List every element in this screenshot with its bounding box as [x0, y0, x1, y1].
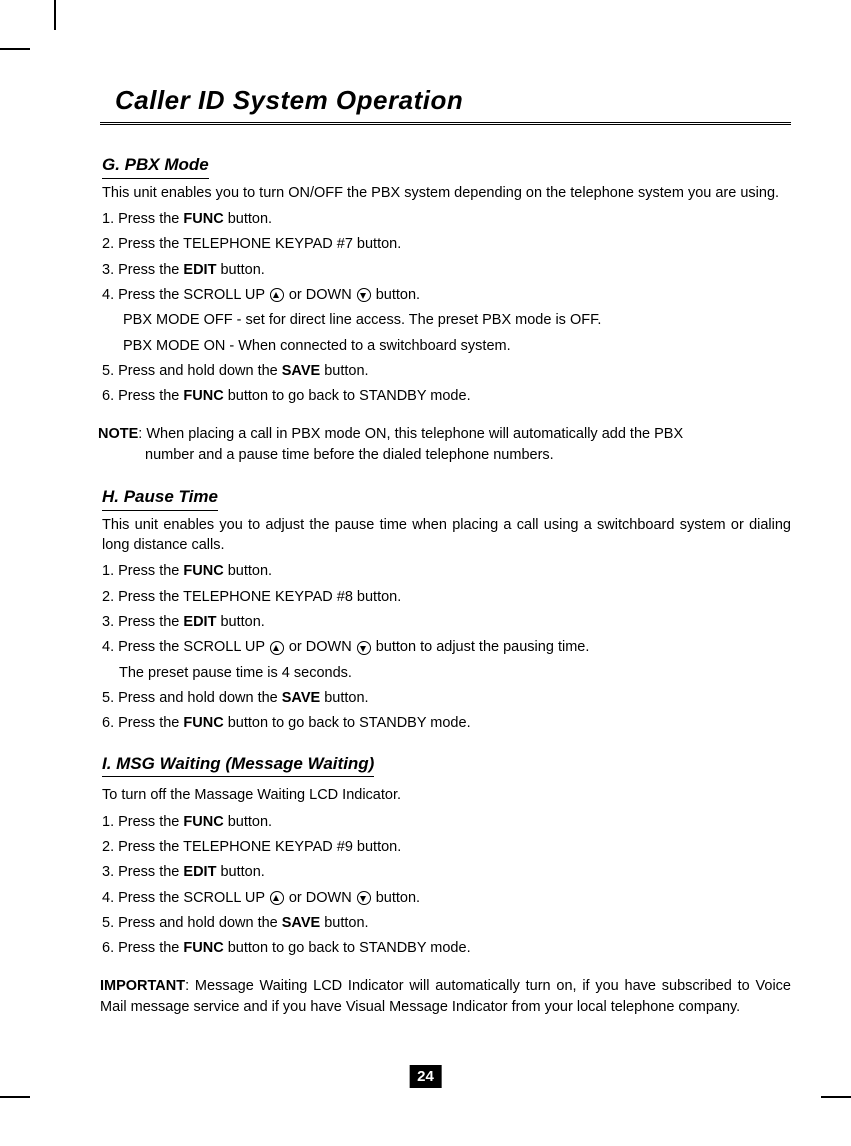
step-5: 5. Press and hold down the SAVE button. — [102, 913, 791, 933]
step-4-sub1: PBX MODE OFF - set for direct line acces… — [123, 310, 791, 330]
crop-mark — [821, 1096, 851, 1098]
step-3: 3. Press the EDIT button. — [102, 612, 791, 632]
crop-mark — [0, 1096, 30, 1098]
step-1: 1. Press the FUNC button. — [102, 561, 791, 581]
section-pause-time: H. Pause Time This unit enables you to a… — [102, 485, 791, 733]
step-6: 6. Press the FUNC button to go back to S… — [102, 938, 791, 958]
step-6: 6. Press the FUNC button to go back to S… — [102, 713, 791, 733]
crop-mark — [54, 0, 56, 30]
step-3: 3. Press the EDIT button. — [102, 260, 791, 280]
section-pbx-mode: G. PBX Mode This unit enables you to tur… — [102, 153, 791, 406]
scroll-down-icon — [357, 288, 371, 302]
scroll-up-icon — [270, 641, 284, 655]
scroll-down-icon — [357, 891, 371, 905]
scroll-up-icon — [270, 288, 284, 302]
step-2: 2. Press the TELEPHONE KEYPAD #7 button. — [102, 234, 791, 254]
note-block: NOTE: When placing a call in PBX mode ON… — [98, 424, 791, 465]
step-6: 6. Press the FUNC button to go back to S… — [102, 386, 791, 406]
section-msg-waiting: I. MSG Waiting (Message Waiting) To turn… — [102, 752, 791, 959]
page-title: Caller ID System Operation — [115, 85, 791, 116]
title-underline — [100, 122, 791, 125]
section-heading-i: I. MSG Waiting (Message Waiting) — [102, 752, 374, 778]
step-3: 3. Press the EDIT button. — [102, 862, 791, 882]
page-number: 24 — [409, 1065, 442, 1088]
step-1: 1. Press the FUNC button. — [102, 209, 791, 229]
intro-text: This unit enables you to adjust the paus… — [102, 515, 791, 556]
step-5: 5. Press and hold down the SAVE button. — [102, 688, 791, 708]
intro-text: To turn off the Massage Waiting LCD Indi… — [102, 785, 791, 805]
scroll-up-icon — [270, 891, 284, 905]
step-4-sub: The preset pause time is 4 seconds. — [119, 663, 791, 683]
page-content: G. PBX Mode This unit enables you to tur… — [100, 153, 791, 1017]
section-heading-g: G. PBX Mode — [102, 153, 209, 179]
intro-text: This unit enables you to turn ON/OFF the… — [102, 183, 791, 203]
step-2: 2. Press the TELEPHONE KEYPAD #9 button. — [102, 837, 791, 857]
step-4-sub2: PBX MODE ON - When connected to a switch… — [123, 336, 791, 356]
step-4: 4. Press the SCROLL UP or DOWN button. — [102, 888, 791, 908]
step-5: 5. Press and hold down the SAVE button. — [102, 361, 791, 381]
scroll-down-icon — [357, 641, 371, 655]
step-4: 4. Press the SCROLL UP or DOWN button. — [102, 285, 791, 305]
section-heading-h: H. Pause Time — [102, 485, 218, 511]
step-4: 4. Press the SCROLL UP or DOWN button to… — [102, 637, 791, 657]
important-block: IMPORTANT: Message Waiting LCD Indicator… — [100, 976, 791, 1017]
crop-mark — [0, 48, 30, 50]
step-1: 1. Press the FUNC button. — [102, 812, 791, 832]
step-2: 2. Press the TELEPHONE KEYPAD #8 button. — [102, 587, 791, 607]
